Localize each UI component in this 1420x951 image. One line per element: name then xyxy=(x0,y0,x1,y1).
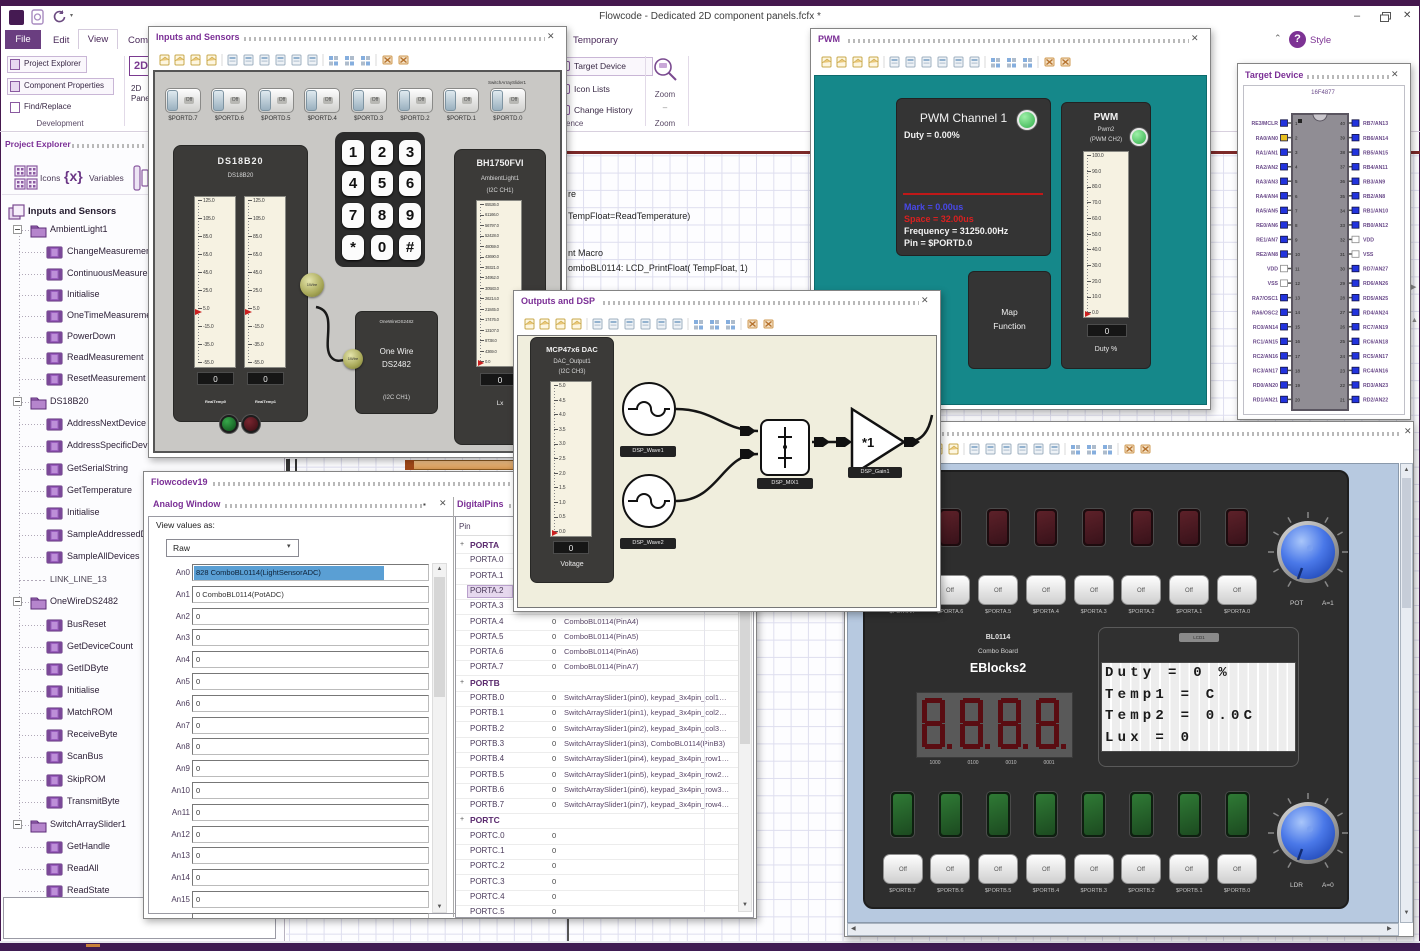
svg-text:RB3/AN9: RB3/AN9 xyxy=(1363,179,1385,185)
svg-text:20: 20 xyxy=(1295,397,1301,402)
svg-text:24: 24 xyxy=(1340,354,1346,359)
svg-text:RC0/AN14: RC0/AN14 xyxy=(1253,325,1278,331)
svg-text:30: 30 xyxy=(1340,267,1346,272)
svg-text:27: 27 xyxy=(1340,310,1346,315)
svg-text:RD5/AN25: RD5/AN25 xyxy=(1363,296,1388,302)
svg-text:RC3/AN17: RC3/AN17 xyxy=(1253,369,1278,375)
svg-text:33: 33 xyxy=(1340,223,1346,228)
svg-text:26: 26 xyxy=(1340,325,1346,330)
svg-text:RE1/AN7: RE1/AN7 xyxy=(1256,238,1278,244)
svg-text:RD2/AN22: RD2/AN22 xyxy=(1363,398,1388,404)
svg-text:RC4/AN16: RC4/AN16 xyxy=(1363,369,1388,375)
svg-text:RC2/AN16: RC2/AN16 xyxy=(1253,354,1278,360)
svg-text:RB6/AN14: RB6/AN14 xyxy=(1363,136,1388,142)
svg-text:RC6/AN18: RC6/AN18 xyxy=(1363,339,1388,345)
svg-text:35: 35 xyxy=(1340,194,1346,199)
svg-text:12: 12 xyxy=(1295,281,1301,286)
svg-text:17: 17 xyxy=(1295,354,1301,359)
svg-text:RC7/AN19: RC7/AN19 xyxy=(1363,325,1388,331)
svg-text:25: 25 xyxy=(1340,339,1346,344)
svg-text:RA7/OSC1: RA7/OSC1 xyxy=(1252,296,1278,302)
svg-text:RD7/AN27: RD7/AN27 xyxy=(1363,267,1388,273)
svg-text:RB0/AN12: RB0/AN12 xyxy=(1363,223,1388,229)
svg-text:40: 40 xyxy=(1340,121,1346,126)
svg-text:18: 18 xyxy=(1295,368,1301,373)
svg-text:23: 23 xyxy=(1340,368,1346,373)
svg-text:21: 21 xyxy=(1340,397,1346,402)
svg-text:RC5/AN17: RC5/AN17 xyxy=(1363,354,1388,360)
svg-text:29: 29 xyxy=(1340,281,1346,286)
svg-text:19: 19 xyxy=(1295,383,1301,388)
svg-text:37: 37 xyxy=(1340,165,1346,170)
svg-text:RD1/AN21: RD1/AN21 xyxy=(1253,398,1278,404)
svg-text:38: 38 xyxy=(1340,150,1346,155)
svg-text:31: 31 xyxy=(1340,252,1346,257)
svg-text:RA5/AN5: RA5/AN5 xyxy=(1256,209,1278,215)
svg-text:10: 10 xyxy=(1295,252,1301,257)
svg-text:RA1/AN1: RA1/AN1 xyxy=(1256,150,1278,156)
svg-text:RA6/OSC2: RA6/OSC2 xyxy=(1252,310,1278,316)
svg-text:VDD: VDD xyxy=(1363,238,1374,244)
svg-text:14: 14 xyxy=(1295,310,1301,315)
svg-text:15: 15 xyxy=(1295,325,1301,330)
svg-text:RC1/AN15: RC1/AN15 xyxy=(1253,339,1278,345)
svg-text:*1: *1 xyxy=(862,435,874,450)
svg-text:RB2/AN8: RB2/AN8 xyxy=(1363,194,1385,200)
svg-text:RB5/AN15: RB5/AN15 xyxy=(1363,150,1388,156)
svg-text:28: 28 xyxy=(1340,296,1346,301)
svg-text:RD3/AN23: RD3/AN23 xyxy=(1363,383,1388,389)
svg-text:VSS: VSS xyxy=(1268,281,1279,287)
svg-text:11: 11 xyxy=(1295,267,1300,272)
svg-text:16: 16 xyxy=(1295,339,1301,344)
svg-text:36: 36 xyxy=(1340,179,1346,184)
svg-text:RA3/AN3: RA3/AN3 xyxy=(1256,179,1278,185)
svg-text:RD4/AN24: RD4/AN24 xyxy=(1363,310,1388,316)
svg-text:RE2/AN8: RE2/AN8 xyxy=(1256,252,1278,258)
svg-text:22: 22 xyxy=(1340,383,1346,388)
svg-text:RE3/MCLR: RE3/MCLR xyxy=(1251,121,1278,127)
svg-text:RB1/AN10: RB1/AN10 xyxy=(1363,209,1388,215)
svg-text:RA2/AN2: RA2/AN2 xyxy=(1256,165,1278,171)
svg-text:RB4/AN11: RB4/AN11 xyxy=(1363,165,1388,171)
svg-text:34: 34 xyxy=(1340,208,1346,213)
svg-text:RA4/AN4: RA4/AN4 xyxy=(1256,194,1278,200)
svg-text:RA0/AN0: RA0/AN0 xyxy=(1256,136,1278,142)
svg-text:32: 32 xyxy=(1340,237,1346,242)
svg-text:RB7/AN13: RB7/AN13 xyxy=(1363,121,1388,127)
svg-text:VDD: VDD xyxy=(1267,267,1278,273)
svg-text:VSS: VSS xyxy=(1363,252,1374,258)
svg-text:39: 39 xyxy=(1340,136,1346,141)
svg-text:13: 13 xyxy=(1295,296,1301,301)
svg-text:RE0/AN6: RE0/AN6 xyxy=(1256,223,1278,229)
svg-text:RD0/AN20: RD0/AN20 xyxy=(1253,383,1278,389)
svg-text:RD6/AN26: RD6/AN26 xyxy=(1363,281,1388,287)
